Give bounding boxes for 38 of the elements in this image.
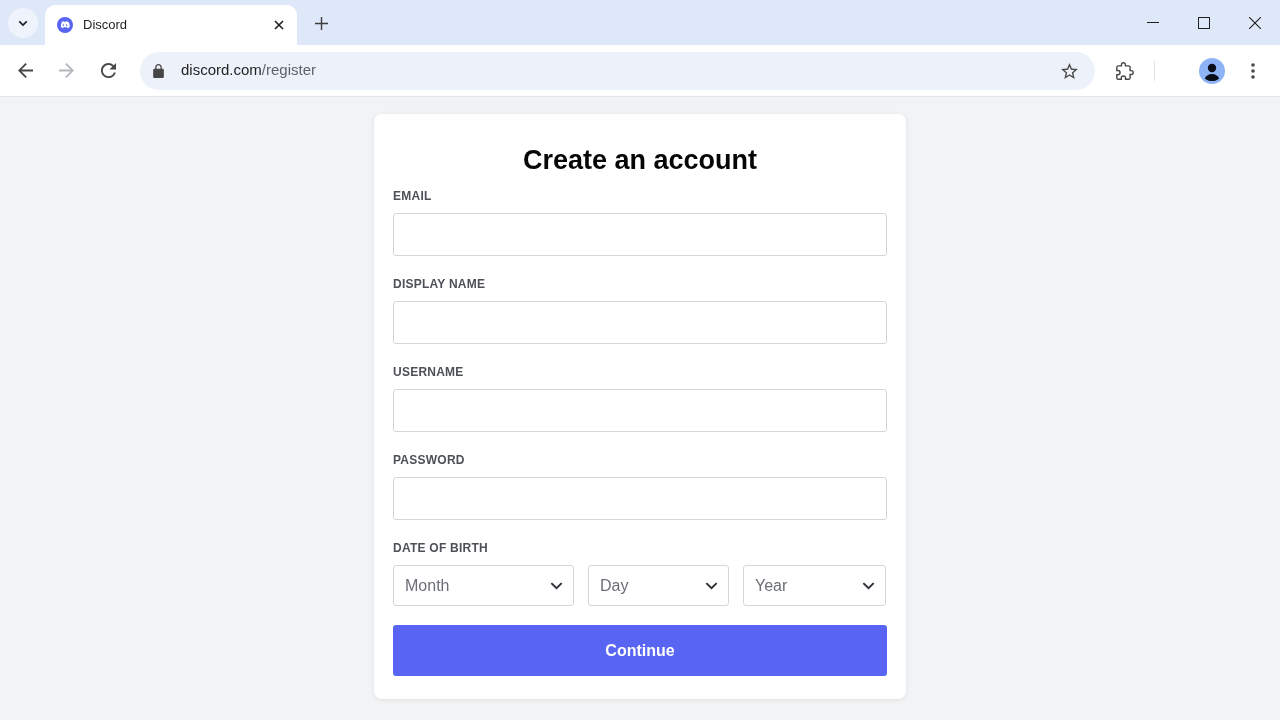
date-dropdown[interactable]: Month <box>393 565 574 606</box>
field-label: PASSWORD <box>393 452 466 468</box>
chevron-down-icon <box>550 581 563 590</box>
input-field[interactable] <box>393 477 887 520</box>
form-title: Create an account <box>521 144 759 177</box>
profile-button[interactable] <box>1198 56 1226 85</box>
close-icon <box>274 20 284 30</box>
reload-icon <box>100 63 116 78</box>
chevron-down-icon <box>862 581 875 590</box>
puzzle-piece-icon <box>1116 61 1134 80</box>
logo-icon <box>57 17 73 33</box>
tab-list-button[interactable] <box>8 8 38 38</box>
field-label: EMAIL <box>393 188 433 204</box>
date-dropdown[interactable]: Day <box>588 565 729 606</box>
minimize-icon <box>1146 22 1159 23</box>
input-field[interactable] <box>393 389 887 432</box>
field-label: DATE OF BIRTH <box>393 540 489 556</box>
lock-icon <box>153 63 164 78</box>
plus-icon <box>314 16 328 30</box>
more-vertical-icon <box>1251 62 1255 79</box>
url-text: discord.com/register <box>181 60 317 81</box>
close-icon <box>1248 16 1261 29</box>
chevron-down-icon <box>705 581 718 590</box>
continue-button[interactable]: Continue <box>393 625 887 676</box>
browser-tab[interactable]: Discord <box>45 5 297 45</box>
maximize-icon <box>1197 16 1210 29</box>
star-icon <box>1060 62 1078 79</box>
back-arrow-icon <box>17 63 33 78</box>
date-dropdown[interactable]: Year <box>743 565 886 606</box>
input-field[interactable] <box>393 213 887 256</box>
address-bar[interactable]: discord.com/register <box>140 51 1095 90</box>
field-label: DISPLAY NAME <box>393 276 487 292</box>
avatar-icon <box>1199 57 1225 84</box>
tab-title: Discord <box>83 16 128 35</box>
field-label: USERNAME <box>393 364 465 380</box>
chevron-down-icon <box>18 19 28 27</box>
input-field[interactable] <box>393 301 887 344</box>
forward-arrow-icon <box>58 63 74 78</box>
